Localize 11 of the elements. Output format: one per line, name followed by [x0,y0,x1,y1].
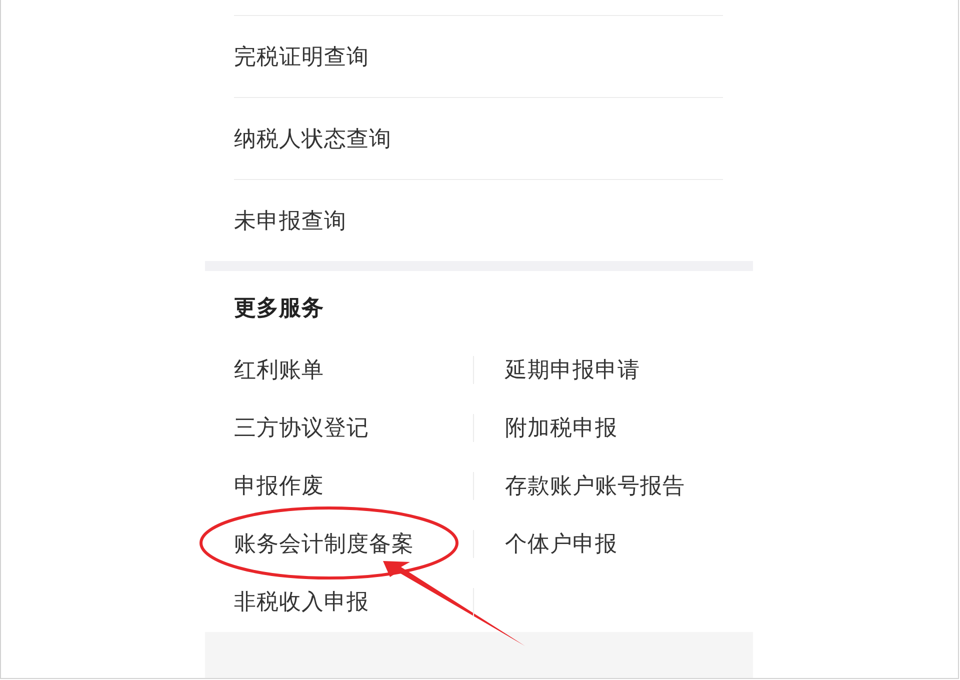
service-link[interactable]: 红利账单 [234,355,324,385]
menu-item[interactable]: 纳税人状态查询 [234,97,723,179]
service-link[interactable]: 申报作废 [234,471,324,501]
service-link[interactable]: 非税收入申报 [234,587,369,617]
section-title: 更多服务 [234,295,324,323]
service-link[interactable]: 个体户申报 [505,529,618,559]
service-link[interactable]: 附加税申报 [505,413,618,443]
menu-item[interactable]: 完税证明查询 [234,15,723,97]
service-link[interactable]: 三方协议登记 [234,413,369,443]
service-link[interactable]: 延期申报申请 [505,355,640,385]
service-link[interactable]: 存款账户账号报告 [505,471,685,501]
